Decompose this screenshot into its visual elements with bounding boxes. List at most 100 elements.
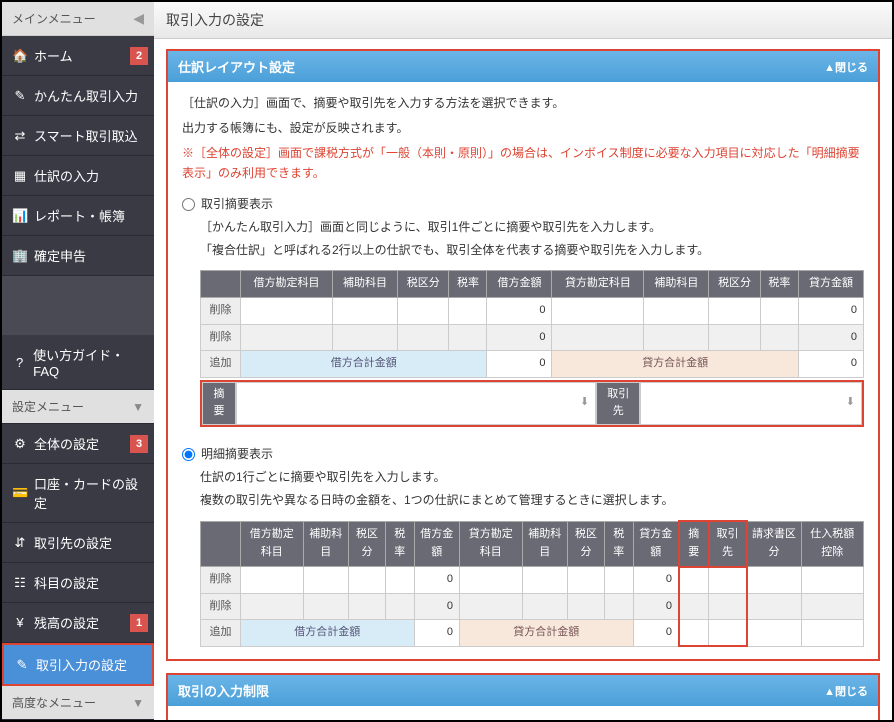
grid-icon: ▦ bbox=[12, 168, 28, 184]
th: 貸方勘定科目 bbox=[460, 521, 523, 566]
partner-label: 取引先 bbox=[596, 382, 640, 425]
swap-icon: ⇵ bbox=[12, 535, 28, 551]
sidebar-header: メインメニュー ◀ bbox=[2, 2, 154, 36]
summary-label: 摘要 bbox=[202, 382, 236, 425]
th: 税区分 bbox=[709, 271, 761, 298]
cell: 0 bbox=[487, 324, 552, 351]
nav-balance-settings[interactable]: ¥ 残高の設定 1 bbox=[2, 603, 154, 643]
nav-account-settings[interactable]: 💳 口座・カードの設定 bbox=[2, 464, 154, 523]
layout-settings-panel: 仕訳レイアウト設定 ▲閉じる ［仕訳の入力］画面で、摘要や取引先を入力する方法を… bbox=[166, 49, 880, 661]
th: 補助科目 bbox=[303, 521, 349, 566]
nav-subject-settings[interactable]: ☷ 科目の設定 bbox=[2, 563, 154, 603]
main: 取引入力の設定 仕訳レイアウト設定 ▲閉じる ［仕訳の入力］画面で、摘要や取引先… bbox=[154, 2, 892, 720]
row-add[interactable]: 追加 bbox=[201, 620, 241, 647]
cell: 0 bbox=[798, 297, 863, 324]
summary-input[interactable]: ⬇ bbox=[236, 382, 596, 425]
th: 借方勘定科目 bbox=[241, 521, 304, 566]
th: 税率 bbox=[760, 271, 798, 298]
row-delete[interactable]: 削除 bbox=[201, 593, 241, 620]
list-icon: ☷ bbox=[12, 575, 28, 591]
nav-partner-settings[interactable]: ⇵ 取引先の設定 bbox=[2, 523, 154, 563]
radio-detail-summary[interactable]: 明細摘要表示 bbox=[182, 445, 864, 464]
nav-label: 残高の設定 bbox=[34, 613, 99, 632]
summary-row: 摘要 ⬇ 取引先 ⬇ bbox=[200, 380, 864, 427]
panel-close[interactable]: ▲閉じる bbox=[824, 59, 868, 75]
chevron-down-icon: ▼ bbox=[132, 400, 144, 414]
panel-header: 仕訳レイアウト設定 ▲閉じる bbox=[168, 51, 878, 82]
panel-header: 取引の入力制限 ▲閉じる bbox=[168, 675, 878, 706]
th: 税率 bbox=[605, 521, 634, 566]
th: 貸方勘定科目 bbox=[552, 271, 644, 298]
section-label: 高度なメニュー bbox=[12, 694, 96, 711]
radio-label: 取引摘要表示 bbox=[201, 195, 273, 214]
layout-table-1: 借方勘定科目 補助科目 税区分 税率 借方金額 貸方勘定科目 補助科目 税区分 … bbox=[200, 270, 864, 377]
row-delete[interactable]: 削除 bbox=[201, 324, 241, 351]
nav-input-settings[interactable]: ✎ 取引入力の設定 bbox=[2, 643, 154, 686]
cell: 0 bbox=[798, 324, 863, 351]
pencil-icon: ✎ bbox=[14, 657, 30, 673]
settings-section-header[interactable]: 設定メニュー ▼ bbox=[2, 390, 154, 424]
partner-input[interactable]: ⬇ bbox=[640, 382, 862, 425]
card-icon: 💳 bbox=[12, 485, 28, 501]
yen-icon: ¥ bbox=[12, 615, 28, 630]
opt2-desc: 仕訳の1行ごとに摘要や取引先を入力します。 bbox=[200, 468, 864, 487]
nav-label: かんたん取引入力 bbox=[34, 86, 138, 105]
nav-label: スマート取引取込 bbox=[34, 126, 138, 145]
row-add[interactable]: 追加 bbox=[201, 351, 241, 378]
advanced-section-header[interactable]: 高度なメニュー ▼ bbox=[2, 686, 154, 720]
import-icon: ⇄ bbox=[12, 128, 28, 144]
nav-journal-input[interactable]: ▦ 仕訳の入力 bbox=[2, 156, 154, 196]
nav-home[interactable]: 🏠 ホーム 2 bbox=[2, 36, 154, 76]
cell: 0 bbox=[487, 297, 552, 324]
nav-label: 使い方ガイド・FAQ bbox=[33, 345, 144, 379]
row-delete[interactable]: 削除 bbox=[201, 297, 241, 324]
radio-label: 明細摘要表示 bbox=[201, 445, 273, 464]
th: 借方金額 bbox=[414, 521, 460, 566]
nav-label: 口座・カードの設定 bbox=[34, 474, 144, 512]
nav-global-settings[interactable]: ⚙ 全体の設定 3 bbox=[2, 424, 154, 464]
sum-credit-label: 貸方合計金額 bbox=[552, 351, 798, 378]
dropdown-icon: ⬇ bbox=[846, 394, 855, 412]
radio-input[interactable] bbox=[182, 198, 195, 211]
th: 税率 bbox=[449, 271, 487, 298]
nav-reports[interactable]: 📊 レポート・帳簿 bbox=[2, 196, 154, 236]
nav-faq[interactable]: ? 使い方ガイド・FAQ bbox=[2, 335, 154, 390]
th-summary: 摘要 bbox=[679, 521, 709, 566]
th: 税区分 bbox=[349, 521, 386, 566]
th: 借方金額 bbox=[487, 271, 552, 298]
restriction-desc: 指定した日付以前の取引の入力、編集、削除、インポートを禁止します。 bbox=[182, 718, 864, 720]
th: 借方勘定科目 bbox=[241, 271, 333, 298]
panel-title: 取引の入力制限 bbox=[178, 681, 269, 700]
nav-label: 確定申告 bbox=[34, 246, 86, 265]
nav-label: 科目の設定 bbox=[34, 573, 99, 592]
input-restriction-panel: 取引の入力制限 ▲閉じる 指定した日付以前の取引の入力、編集、削除、インポートを… bbox=[166, 673, 880, 720]
section-label: 設定メニュー bbox=[12, 398, 84, 415]
panel-title: 仕訳レイアウト設定 bbox=[178, 57, 295, 76]
layout-table-2: 借方勘定科目 補助科目 税区分 税率 借方金額 貸方勘定科目 補助科目 税区分 … bbox=[200, 520, 864, 647]
collapse-icon[interactable]: ◀ bbox=[133, 10, 144, 27]
sidebar-title: メインメニュー bbox=[12, 10, 96, 27]
nav-label: 取引先の設定 bbox=[34, 533, 112, 552]
note: ［仕訳の入力］画面で、摘要や取引先を入力する方法を選択できます。 bbox=[182, 94, 864, 113]
row-delete[interactable]: 削除 bbox=[201, 567, 241, 594]
gear-icon: ⚙ bbox=[12, 436, 28, 452]
nav-smart-import[interactable]: ⇄ スマート取引取込 bbox=[2, 116, 154, 156]
radio-input[interactable] bbox=[182, 448, 195, 461]
home-icon: 🏠 bbox=[12, 48, 28, 64]
th: 税率 bbox=[386, 521, 415, 566]
page-title: 取引入力の設定 bbox=[154, 2, 892, 39]
cell: 0 bbox=[798, 351, 863, 378]
th: 補助科目 bbox=[644, 271, 709, 298]
nav-easy-input[interactable]: ✎ かんたん取引入力 bbox=[2, 76, 154, 116]
chart-icon: 📊 bbox=[12, 208, 28, 224]
radio-transaction-summary[interactable]: 取引摘要表示 bbox=[182, 195, 864, 214]
opt1-desc: ［かんたん取引入力］画面と同じように、取引1件ごとに摘要や取引先を入力します。 bbox=[200, 218, 864, 237]
nav-tax-return[interactable]: 🏢 確定申告 bbox=[2, 236, 154, 276]
content: 仕訳レイアウト設定 ▲閉じる ［仕訳の入力］画面で、摘要や取引先を入力する方法を… bbox=[154, 39, 892, 720]
step-badge-2: 2 bbox=[130, 47, 148, 65]
warning-text: ※［全体の設定］画面で課税方式が「一般（本則・原則）」の場合は、インボイス制度に… bbox=[182, 144, 864, 182]
th: 貸方金額 bbox=[633, 521, 679, 566]
help-icon: ? bbox=[12, 355, 27, 370]
panel-close[interactable]: ▲閉じる bbox=[824, 683, 868, 699]
step-badge-1: 1 bbox=[130, 614, 148, 632]
